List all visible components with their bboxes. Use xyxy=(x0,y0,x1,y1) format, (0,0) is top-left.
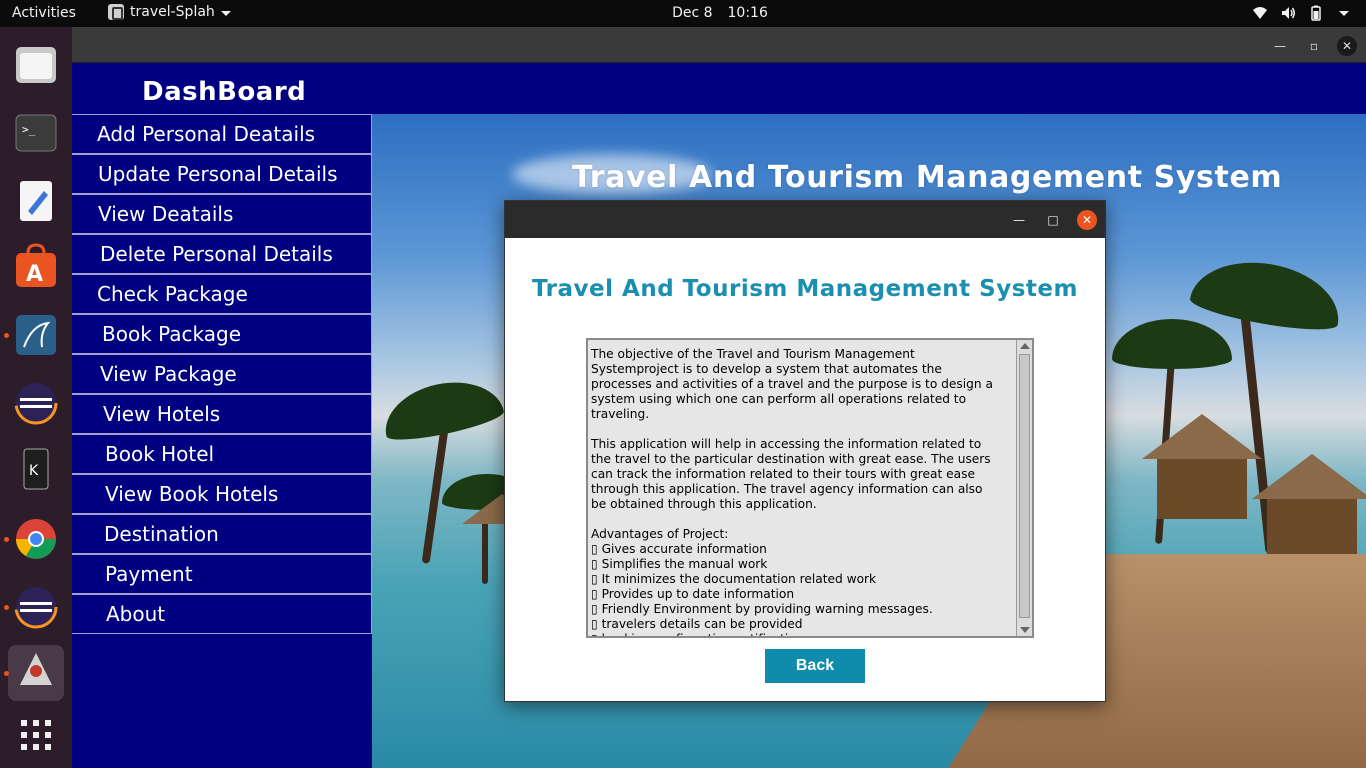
top-bar: Activities travel-Splah Dec 8 10:16 xyxy=(0,0,1366,27)
terminal-icon[interactable]: >_ xyxy=(12,109,60,157)
palm-leaves xyxy=(1187,251,1347,337)
sidebar-item-destination[interactable]: Destination xyxy=(72,514,372,554)
sidebar-item-label: About xyxy=(106,602,166,626)
running-indicator xyxy=(4,671,9,676)
close-icon[interactable]: ✕ xyxy=(1337,36,1357,56)
clock[interactable]: Dec 8 10:16 xyxy=(0,5,1366,21)
sidebar-item-book-package[interactable]: Book Package xyxy=(72,314,372,354)
app-store-icon[interactable]: A xyxy=(12,243,60,291)
sidebar-item-add-personal-details[interactable]: Add Personal Deatails xyxy=(72,114,372,154)
eclipse-icon-2[interactable] xyxy=(12,583,60,631)
about-dialog: — □ ✕ Travel And Tourism Management Syst… xyxy=(504,200,1106,702)
sidebar-item-label: View Package xyxy=(100,362,237,386)
dialog-titlebar[interactable]: — □ ✕ xyxy=(505,201,1105,238)
text-editor-icon[interactable] xyxy=(12,177,60,225)
hut xyxy=(1267,499,1357,559)
dock: >_ A K xyxy=(0,27,72,768)
sidebar-item-about[interactable]: About xyxy=(72,594,372,634)
clock-date: Dec 8 xyxy=(672,5,713,21)
svg-text:>_: >_ xyxy=(22,123,36,136)
sidebar-item-label: Delete Personal Details xyxy=(100,242,333,266)
kde-connect-icon[interactable]: K xyxy=(12,445,60,493)
hut-roof xyxy=(1252,454,1366,499)
maximize-icon[interactable]: □ xyxy=(1043,210,1063,230)
svg-text:A: A xyxy=(26,262,43,287)
sidebar-item-label: Check Package xyxy=(97,282,248,306)
hut xyxy=(1157,459,1247,519)
show-apps-icon[interactable] xyxy=(12,711,60,759)
sidebar-item-payment[interactable]: Payment xyxy=(72,554,372,594)
svg-text:K: K xyxy=(29,463,39,479)
sidebar-item-view-details[interactable]: View Deatails xyxy=(72,194,372,234)
java-icon[interactable] xyxy=(8,645,64,701)
sidebar-item-update-personal-details[interactable]: Update Personal Details xyxy=(72,154,372,194)
wifi-icon xyxy=(1253,7,1267,19)
minimize-icon[interactable]: — xyxy=(1009,210,1029,230)
sidebar-item-label: Add Personal Deatails xyxy=(97,122,316,146)
sidebar-item-view-hotels[interactable]: View Hotels xyxy=(72,394,372,434)
scroll-up-icon[interactable] xyxy=(1020,343,1030,349)
hut-roof xyxy=(1142,414,1262,459)
running-indicator xyxy=(4,605,9,610)
chrome-icon[interactable] xyxy=(12,515,60,563)
main-title: Travel And Tourism Management System xyxy=(572,160,1283,195)
dialog-heading: Travel And Tourism Management System xyxy=(532,276,1078,302)
power-menu-caret-icon xyxy=(1339,11,1349,16)
battery-icon xyxy=(1311,5,1321,21)
sidebar-item-book-hotel[interactable]: Book Hotel xyxy=(72,434,372,474)
palm-leaves xyxy=(1112,319,1232,369)
sidebar-item-label: View Book Hotels xyxy=(105,482,279,506)
files-icon[interactable] xyxy=(12,41,60,89)
dashboard-title: DashBoard xyxy=(142,77,307,107)
sidebar-item-delete-personal-details[interactable]: Delete Personal Details xyxy=(72,234,372,274)
sidebar-item-view-book-hotels[interactable]: View Book Hotels xyxy=(72,474,372,514)
mysql-workbench-icon[interactable] xyxy=(12,311,60,359)
sidebar-item-label: Book Hotel xyxy=(105,442,215,466)
scroll-down-icon[interactable] xyxy=(1020,627,1030,633)
vertical-scrollbar[interactable] xyxy=(1016,340,1032,636)
sidebar-item-label: View Hotels xyxy=(103,402,221,426)
sidebar-item-check-package[interactable]: Check Package xyxy=(72,274,372,314)
sidebar-item-label: Payment xyxy=(105,562,193,586)
window-titlebar[interactable]: — ▫ ✕ xyxy=(72,27,1366,63)
about-text-area[interactable]: The objective of the Travel and Tourism … xyxy=(586,338,1034,638)
minimize-icon[interactable]: — xyxy=(1270,36,1290,56)
sidebar-item-view-package[interactable]: View Package xyxy=(72,354,372,394)
close-icon[interactable]: ✕ xyxy=(1077,210,1097,230)
system-tray[interactable] xyxy=(1252,5,1352,21)
volume-icon xyxy=(1282,7,1295,19)
running-indicator xyxy=(4,537,9,542)
clock-time: 10:16 xyxy=(727,5,768,21)
running-indicator xyxy=(4,333,9,338)
back-button[interactable]: Back xyxy=(765,649,865,683)
sidebar-item-label: Destination xyxy=(104,522,219,546)
maximize-icon[interactable]: ▫ xyxy=(1304,36,1324,56)
sidebar-item-label: Book Package xyxy=(102,322,242,346)
about-text: The objective of the Travel and Tourism … xyxy=(591,347,993,636)
sidebar-item-label: View Deatails xyxy=(98,202,234,226)
eclipse-icon[interactable] xyxy=(12,379,60,427)
scrollbar-thumb[interactable] xyxy=(1019,354,1030,618)
sidebar-item-label: Update Personal Details xyxy=(98,162,338,186)
